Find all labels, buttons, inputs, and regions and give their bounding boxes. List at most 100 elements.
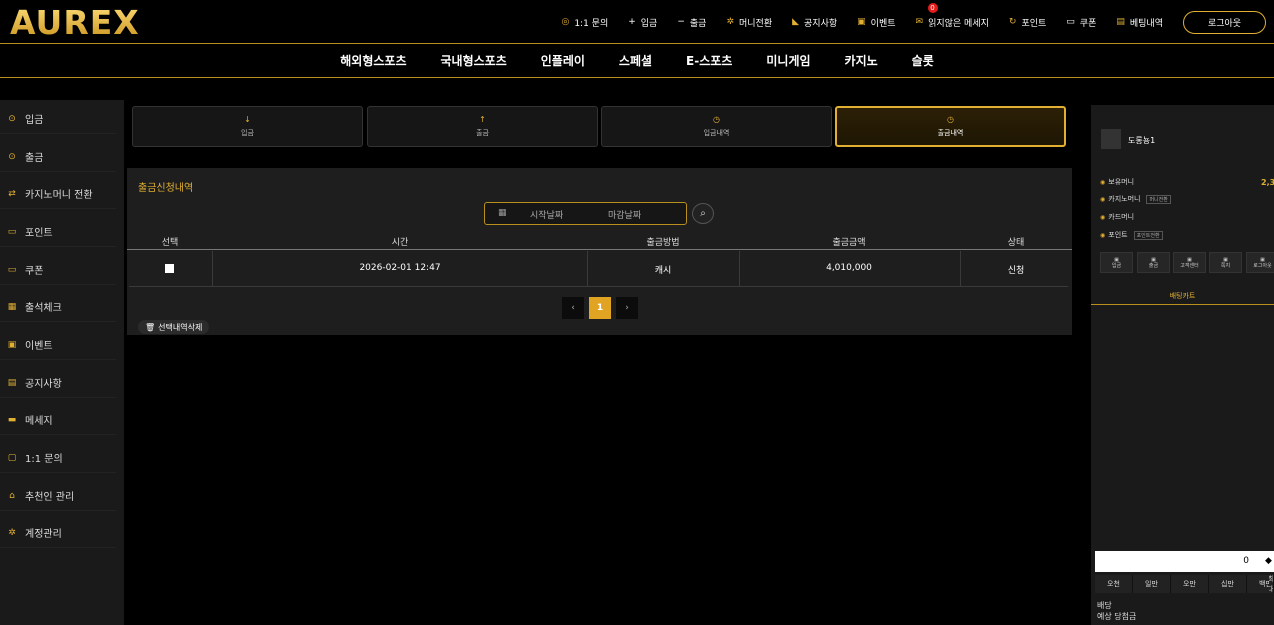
search-button[interactable]: ⌕	[692, 203, 714, 224]
topnav-inquiry[interactable]: ◎ 1:1 문의	[561, 16, 608, 29]
sidebar-item-label: 공지사항	[25, 379, 62, 390]
delete-selected-button[interactable]: 🗑 선택내역삭제	[138, 320, 210, 334]
mainnav-casino[interactable]: 카지노	[845, 52, 878, 69]
pagination-next-button[interactable]: ›	[616, 297, 638, 319]
sidebar-item-account[interactable]: ✲ 계정관리	[0, 518, 116, 548]
plus-icon: +	[628, 17, 636, 27]
refresh-icon: ↻	[1008, 17, 1017, 27]
panel-withdraw-button[interactable]: ▣ 출금	[1137, 252, 1170, 273]
logout-button[interactable]: 로그아웃	[1183, 10, 1266, 34]
topnav-unread-messages[interactable]: 0 ✉ 읽지않은 메세지	[915, 2, 989, 29]
tab-label: 출금	[476, 129, 489, 137]
column-header-amount: 출금금액	[832, 238, 866, 248]
panel-button-label: 쪽지	[1220, 262, 1231, 269]
sidebar-item-referral[interactable]: ⌂ 추천인 관리	[0, 481, 116, 511]
topnav-label: 머니전환	[738, 18, 773, 29]
mainnav-domestic-sports[interactable]: 국내형스포츠	[441, 52, 507, 69]
odds-label: 배당	[1097, 601, 1112, 610]
casino-money-row: ◉ 카지노머니 머니전환	[1100, 194, 1171, 204]
mail-icon: ✉	[915, 17, 924, 27]
sidebar-item-event[interactable]: ▣ 이벤트	[0, 330, 116, 360]
amount-button-50000[interactable]: 오만	[1171, 575, 1209, 593]
topnav-label: 1:1 문의	[574, 18, 609, 29]
topnav-label: 공지사항	[804, 18, 838, 29]
sidebar-item-notice[interactable]: ▤ 공지사항	[0, 368, 116, 398]
calendar-icon: ▦	[498, 208, 507, 218]
sidebar-item-message[interactable]: ▬ 메세지	[0, 405, 116, 435]
amount-button-100000[interactable]: 십만	[1209, 575, 1247, 593]
tab-deposit[interactable]: ↓ 입금	[132, 106, 363, 147]
column-header-method: 출금방법	[646, 238, 680, 248]
logo[interactable]: AUREX	[10, 3, 140, 42]
arrow-down-icon: ↓	[244, 115, 251, 124]
card-money-label: 카드머니	[1108, 213, 1135, 221]
topnav-event[interactable]: ▣ 이벤트	[857, 16, 895, 29]
mainnav-esports[interactable]: E-스포츠	[686, 52, 732, 69]
megaphone-icon: ◣	[792, 17, 800, 27]
gear-icon: ✲	[8, 527, 16, 538]
username: 도롱뇽1	[1128, 136, 1156, 145]
tab-deposit-history[interactable]: ◷ 입금내역	[601, 106, 832, 147]
sidebar-item-deposit[interactable]: ⊙ 입금	[0, 104, 116, 134]
eraser-icon[interactable]: ◆	[1265, 556, 1272, 566]
panel-message-button[interactable]: ▣ 쪽지	[1209, 252, 1242, 273]
topnav-bet-history[interactable]: ▤ 베팅내역	[1116, 16, 1163, 29]
topnav-label: 입금	[640, 18, 658, 29]
tab-withdraw[interactable]: ↑ 출금	[367, 106, 598, 147]
amount-button-max[interactable]: 최대	[1269, 575, 1274, 593]
end-date-field[interactable]: 마감날짜	[608, 208, 641, 221]
amount-button-5000[interactable]: 오천	[1095, 575, 1133, 593]
sidebar-item-label: 카지노머니 전환	[25, 190, 93, 201]
point-exchange-tag[interactable]: 포인트전환	[1133, 230, 1163, 240]
panel-button-label: 고객센터	[1180, 262, 1199, 269]
topnav-point[interactable]: ↻ 포인트	[1009, 16, 1046, 29]
sidebar-item-inquiry[interactable]: ▢ 1:1 문의	[0, 443, 116, 473]
panel-logout-button[interactable]: ▣ 로그아웃	[1246, 252, 1274, 273]
panel-deposit-button[interactable]: ▣ 입금	[1100, 252, 1133, 273]
topnav-money-exchange[interactable]: ✲ 머니전환	[726, 16, 772, 29]
circle-arrow-icon: ⊙	[8, 113, 16, 124]
sidebar-item-withdraw[interactable]: ⊙ 출금	[0, 142, 116, 172]
amount-button-10000[interactable]: 일만	[1133, 575, 1171, 593]
expected-win-label: 예상 당첨금	[1097, 612, 1137, 621]
sidebar-item-label: 메세지	[25, 416, 53, 427]
holding-money-label: 보유머니	[1108, 178, 1135, 186]
bet-amount-input[interactable]: 0	[1095, 551, 1274, 572]
card-icon: ▭	[7, 226, 17, 237]
mainnav-inplay[interactable]: 인플레이	[541, 52, 585, 69]
mainnav-special[interactable]: 스페셜	[619, 52, 652, 69]
mainnav-slot[interactable]: 슬롯	[912, 52, 934, 69]
sidebar-item-coupon[interactable]: ▭ 쿠폰	[0, 255, 116, 285]
sidebar-item-label: 포인트	[25, 228, 53, 239]
table-header: 선택 시간 출금방법 출금금액 상태	[127, 232, 1072, 250]
sidebar-item-point[interactable]: ▭ 포인트	[0, 217, 116, 247]
topnav-notice[interactable]: ◣ 공지사항	[792, 16, 837, 29]
date-range-picker[interactable]: ▦ 시작날짜 마감날짜	[484, 202, 687, 225]
column-divider	[587, 251, 588, 287]
casino-exchange-tag[interactable]: 머니전환	[1146, 194, 1171, 204]
unread-badge: 0	[927, 2, 938, 13]
point-icon: ◉	[1100, 231, 1106, 239]
topnav-withdraw[interactable]: − 출금	[677, 16, 706, 29]
mainnav-overseas-sports[interactable]: 해외형스포츠	[340, 52, 406, 69]
sidebar-item-attendance[interactable]: ▦ 출석체크	[0, 292, 116, 322]
row-checkbox[interactable]	[165, 264, 174, 273]
panel-support-button[interactable]: ▣ 고객센터	[1173, 252, 1206, 273]
delete-selected-label: 선택내역삭제	[158, 322, 203, 332]
sidebar-item-casino-exchange[interactable]: ⇄ 카지노머니 전환	[0, 179, 116, 209]
pagination-prev-button[interactable]: ‹	[562, 297, 584, 319]
tab-withdraw-history[interactable]: ◷ 출금내역	[835, 106, 1066, 147]
topnav-coupon[interactable]: ▭ 쿠폰	[1066, 16, 1096, 29]
holding-money-row: ◉ 보유머니	[1100, 177, 1134, 187]
start-date-field[interactable]: 시작날짜	[530, 208, 563, 221]
topnav-label: 베팅내역	[1129, 18, 1163, 29]
trash-icon: 🗑	[145, 322, 156, 332]
topnav-label: 이벤트	[870, 18, 896, 29]
topnav-deposit[interactable]: + 입금	[628, 16, 657, 29]
main-nav: 해외형스포츠 국내형스포츠 인플레이 스페셜 E-스포츠 미니게임 카지노 슬롯	[0, 44, 1274, 78]
mainnav-minigame[interactable]: 미니게임	[766, 52, 810, 69]
holding-money-value: 2,37	[1261, 178, 1274, 187]
pagination-page-button[interactable]: 1	[589, 297, 611, 319]
sidebar-item-label: 입금	[25, 115, 44, 126]
topnav-label: 읽지않은 메세지	[928, 18, 989, 29]
